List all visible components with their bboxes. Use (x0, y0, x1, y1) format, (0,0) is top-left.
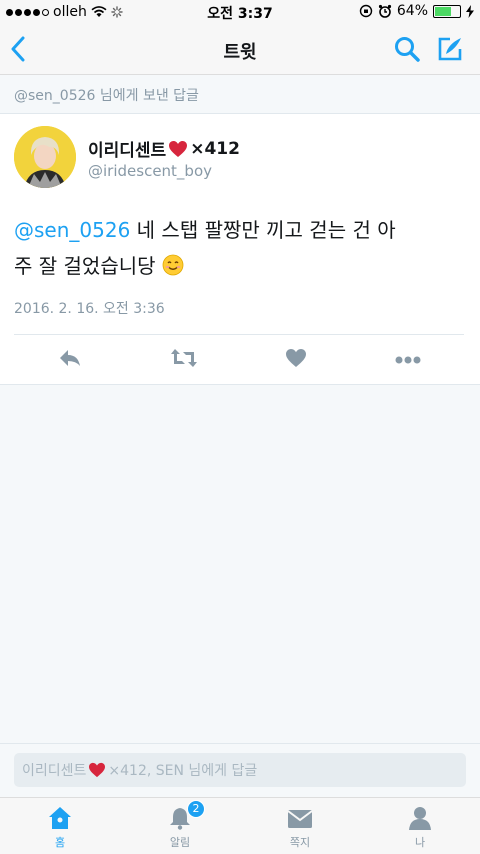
navigation-bar: 트윗 (0, 24, 480, 75)
alarm-icon (378, 4, 391, 18)
reply-context-text: @sen_0526 님에게 보낸 답글 (14, 88, 199, 104)
tab-messages[interactable]: 쪽지 (240, 798, 360, 854)
retweet-icon[interactable] (170, 348, 198, 368)
tab-home-label: 홈 (54, 836, 66, 849)
tab-me[interactable]: 나 (360, 798, 480, 854)
display-name-suffix: ×412 (190, 138, 240, 159)
display-name[interactable]: 이리디센트 ×412 (88, 136, 240, 162)
status-bar: olleh 오전 3:37 64% (0, 0, 480, 24)
tab-notifications[interactable]: 2 알림 (120, 798, 240, 854)
tweet-timestamp: 2016. 2. 16. 오전 3:36 (14, 301, 165, 317)
like-heart-icon[interactable] (285, 348, 307, 368)
person-icon (409, 807, 431, 830)
reply-composer-bar: 이리디센트 ×412, SEN 님에게 답글 (0, 743, 480, 798)
tweet-body-line2: 주 잘 걸었습니당 (14, 254, 156, 278)
tab-messages-label: 쪽지 (289, 836, 311, 849)
tab-me-label: 나 (414, 836, 426, 849)
status-right: 64% (359, 3, 474, 19)
more-options-icon[interactable] (395, 356, 421, 364)
smiling-face-emoji-icon (162, 254, 184, 276)
heart-emoji-icon (89, 762, 106, 778)
home-icon (49, 807, 71, 829)
tab-home[interactable]: 홈 (0, 798, 120, 854)
user-handle[interactable]: @iridescent_boy (88, 162, 212, 180)
battery-icon (433, 4, 461, 18)
display-name-text: 이리디센트 (88, 141, 167, 161)
reply-icon[interactable] (58, 348, 82, 368)
charging-bolt-icon (466, 4, 474, 18)
tab-notifications-label: 알림 (169, 836, 191, 849)
reply-context-bar: @sen_0526 님에게 보낸 답글 (0, 75, 480, 114)
avatar-image (14, 126, 76, 188)
search-icon[interactable] (394, 36, 420, 62)
battery-percent: 64% (396, 3, 428, 19)
rotation-lock-icon (359, 4, 373, 18)
heart-emoji-icon (169, 140, 188, 157)
mention-link[interactable]: @sen_0526 (14, 218, 130, 242)
notification-badge: 2 (187, 800, 205, 818)
tweet-card: 이리디센트 ×412 @iridescent_boy @sen_0526 네 스… (0, 114, 480, 385)
envelope-icon (287, 810, 313, 828)
reply-placeholder-suffix: ×412, SEN 님에게 답글 (108, 763, 258, 779)
tweet-text: @sen_0526 네 스탭 팔짱만 끼고 걷는 건 아 주 잘 걸었습니당 (14, 212, 464, 284)
reply-placeholder-prefix: 이리디센트 (22, 763, 87, 779)
tweet-body-line1: 네 스탭 팔짱만 끼고 걷는 건 아 (130, 218, 396, 242)
avatar[interactable] (14, 126, 76, 188)
reply-input[interactable]: 이리디센트 ×412, SEN 님에게 답글 (14, 753, 466, 787)
compose-tweet-icon[interactable] (436, 35, 464, 63)
divider (14, 334, 464, 335)
tab-bar: 홈 2 알림 쪽지 나 (0, 797, 480, 854)
